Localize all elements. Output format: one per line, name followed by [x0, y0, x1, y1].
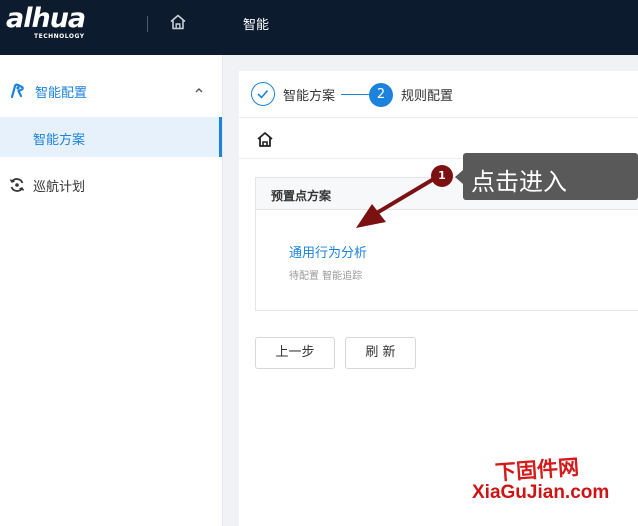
refresh-button[interactable]: 刷 新: [345, 337, 416, 369]
sidebar-group-ai-config[interactable]: 智能配置: [0, 71, 222, 111]
step-1-check-icon: [251, 82, 275, 106]
top-bar: alhua TECHNOLOGY 智能: [0, 0, 638, 55]
sidebar-item-label: 智能方案: [33, 133, 86, 148]
top-divider: [147, 16, 148, 32]
sidebar-item-label: 巡航计划: [33, 180, 86, 195]
sidebar: 智能配置 智能方案 巡航计划: [0, 55, 223, 526]
watermark-en: XiaGuJian.com: [472, 482, 610, 503]
step-2-label: 规则配置: [401, 89, 454, 104]
sidebar-item-cruise-plan[interactable]: 巡航计划: [0, 165, 222, 205]
home-icon[interactable]: [256, 131, 274, 148]
card-title: 预置点方案: [271, 189, 332, 203]
previous-step-button[interactable]: 上一步: [255, 337, 335, 369]
active-indicator: [219, 117, 222, 157]
home-icon[interactable]: [169, 13, 187, 31]
step-2-number: 2: [369, 83, 393, 107]
annotation-marker: 1: [431, 165, 453, 187]
step-connector: [341, 94, 369, 95]
dahua-logo: alhua TECHNOLOGY: [6, 3, 86, 41]
sidebar-group-label: 智能配置: [35, 86, 88, 101]
step-1-label: 智能方案: [283, 89, 336, 104]
chevron-up-icon[interactable]: [194, 85, 204, 95]
top-nav-intelligence[interactable]: 智能: [243, 14, 269, 33]
step-indicator: 智能方案 2 规则配置: [239, 71, 638, 117]
annotation-pointer: [455, 170, 463, 184]
watermark: 下固件网 XiaGuJian.com: [460, 450, 635, 510]
cruise-icon: [9, 178, 25, 192]
annotation-callout: 点击进入: [463, 153, 638, 200]
plan-link-general-behavior[interactable]: 通用行为分析: [289, 242, 367, 261]
plan-status-text: 待配置 智能追踪: [289, 271, 363, 282]
ai-config-icon: [10, 83, 24, 99]
sidebar-item-smart-plan[interactable]: 智能方案: [0, 117, 222, 157]
annotation-text: 点击进入: [471, 168, 567, 196]
